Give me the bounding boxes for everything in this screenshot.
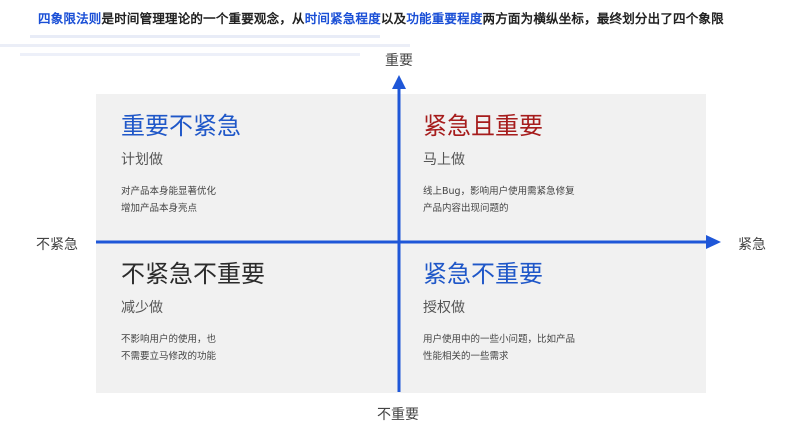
quadrant-desc-line: 性能相关的一些需求 [423, 351, 509, 362]
quadrant-description: 不影响用户的使用，也 不需要立马修改的功能 [121, 331, 265, 365]
quadrant-desc-line: 不影响用户的使用，也 [121, 334, 217, 345]
quadrant-desc-line: 对产品本身能显著优化 [121, 186, 217, 197]
quadrant-description: 用户使用中的一些小问题，比如产品 性能相关的一些需求 [423, 331, 575, 365]
quadrant-description: 对产品本身能显著优化 增加产品本身亮点 [121, 183, 241, 217]
quadrant-desc-line: 增加产品本身亮点 [121, 203, 198, 214]
quadrant-desc-line: 线上Bug，影响用户使用需紧急修复 [423, 186, 575, 197]
horizontal-axis-arrow [706, 235, 721, 249]
quadrant-desc-line: 用户使用中的一些小问题，比如产品 [423, 334, 576, 345]
axis-label-urgent: 紧急 [738, 237, 766, 253]
quadrant-action: 授权做 [423, 300, 465, 316]
quadrant-urgent-important: 紧急且重要 马上做 线上Bug，影响用户使用需紧急修复 产品内容出现问题的 [423, 111, 575, 217]
quadrant-important-not-urgent: 重要不紧急 计划做 对产品本身能显著优化 增加产品本身亮点 [121, 111, 241, 217]
quadrant-action: 减少做 [121, 300, 163, 316]
quadrant-description: 线上Bug，影响用户使用需紧急修复 产品内容出现问题的 [423, 183, 575, 217]
quadrant-desc-line: 不需要立马修改的功能 [121, 351, 217, 362]
quadrant-action: 计划做 [121, 152, 163, 168]
quadrant-title: 重要不紧急 [121, 112, 241, 140]
quadrant-not-urgent-not-important: 不紧急不重要 减少做 不影响用户的使用，也 不需要立马修改的功能 [121, 259, 265, 365]
quadrant-title: 紧急且重要 [423, 112, 543, 140]
vertical-axis-arrow [392, 75, 406, 89]
axis-label-not-urgent: 不紧急 [36, 237, 78, 253]
quadrant-title: 不紧急不重要 [121, 260, 265, 288]
quadrant-urgent-not-important: 紧急不重要 授权做 用户使用中的一些小问题，比如产品 性能相关的一些需求 [423, 259, 575, 365]
axis-label-important: 重要 [385, 53, 413, 69]
quadrant-title: 紧急不重要 [423, 260, 543, 288]
quadrant-action: 马上做 [423, 152, 465, 168]
quadrant-desc-line: 产品内容出现问题的 [423, 203, 509, 214]
axis-label-not-important: 不重要 [377, 407, 419, 423]
